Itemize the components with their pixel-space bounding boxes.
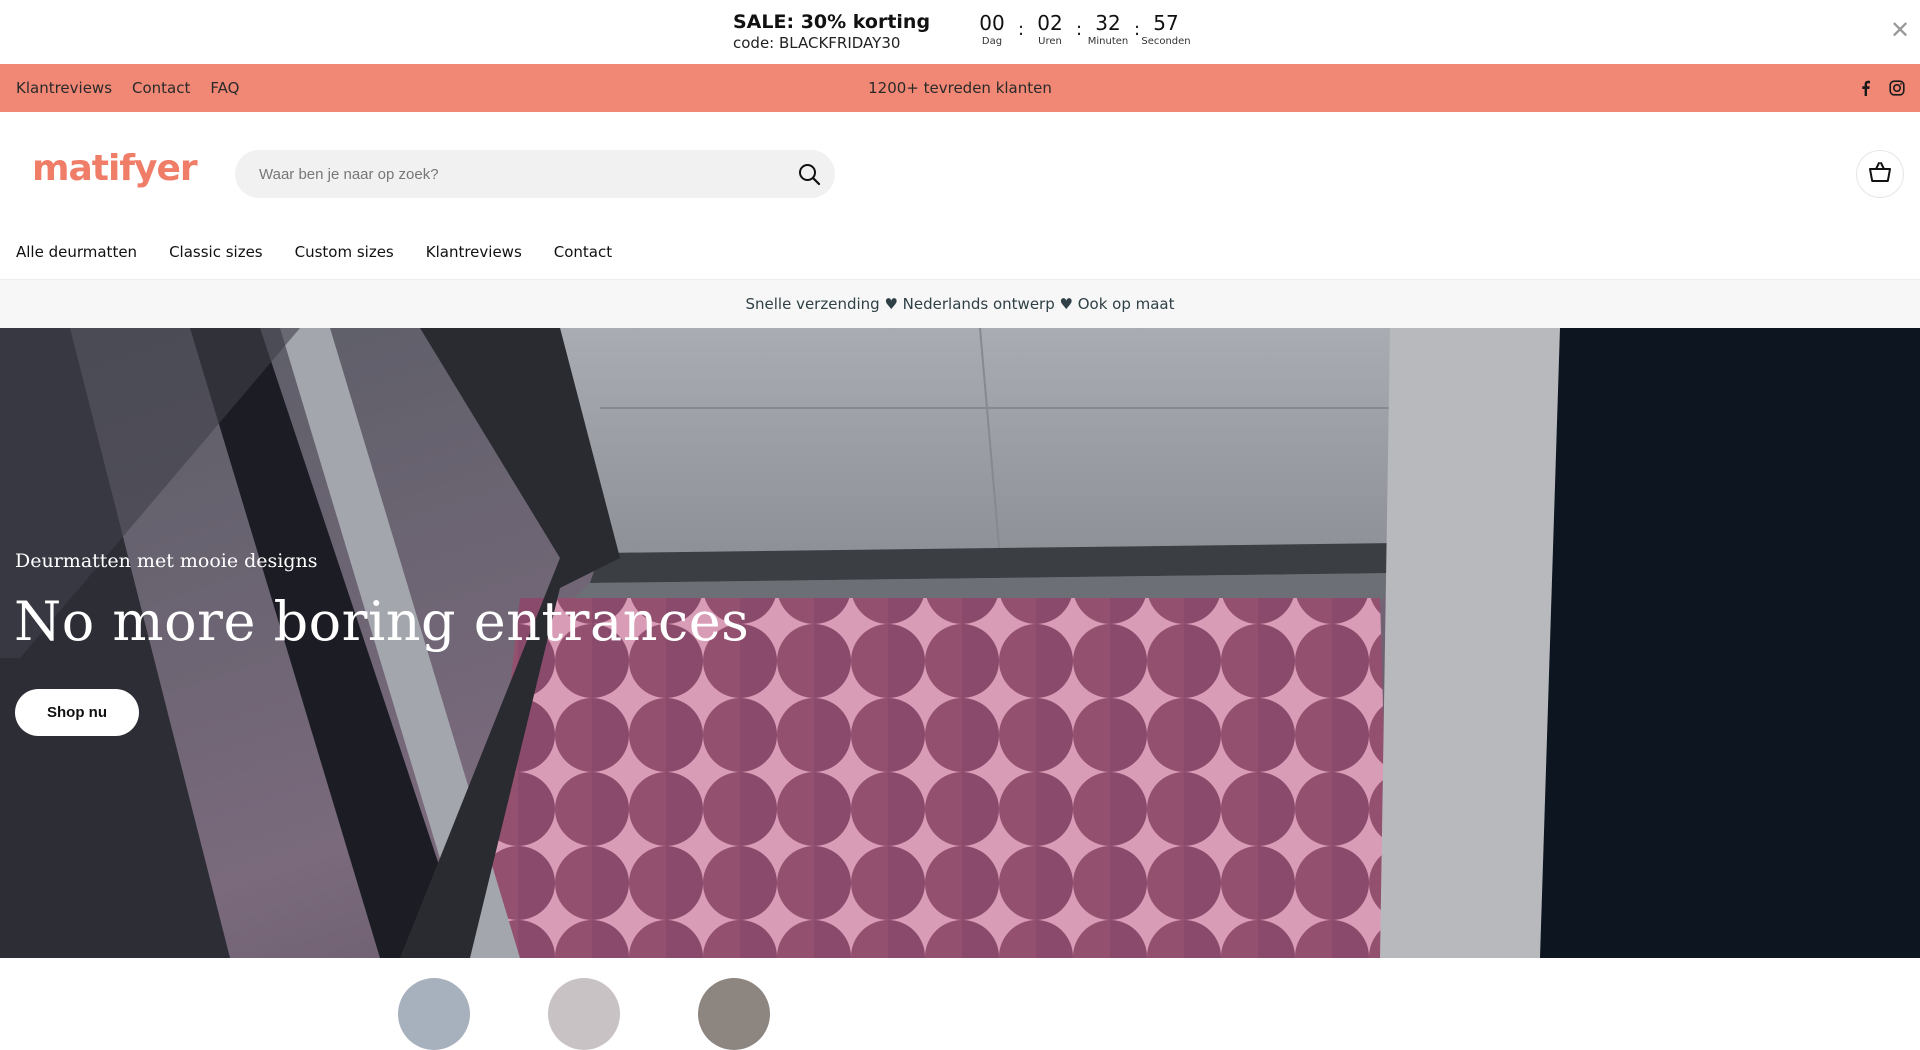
site-header: matifyer Alle deurmatten Classic sizes C… bbox=[0, 112, 1920, 261]
nav-item-alle-deurmatten[interactable]: Alle deurmatten bbox=[16, 240, 137, 264]
customer-count-text: 1200+ tevreden klanten bbox=[868, 79, 1052, 97]
sale-text: SALE: 30% korting code: BLACKFRIDAY30 bbox=[733, 10, 930, 53]
nav-item-contact[interactable]: Contact bbox=[554, 240, 612, 264]
announcement-bar: Klantreviews Contact FAQ 1200+ tevreden … bbox=[0, 64, 1920, 112]
countdown-hours: 02 Uren bbox=[1024, 10, 1076, 48]
countdown-seconds-label: Seconden bbox=[1141, 36, 1191, 47]
category-thumbnail[interactable] bbox=[698, 978, 770, 1050]
hero-subtitle: Deurmatten met mooie designs bbox=[15, 550, 318, 572]
site-logo[interactable]: matifyer bbox=[32, 148, 198, 189]
countdown-seconds-value: 57 bbox=[1153, 11, 1179, 35]
sale-bar: SALE: 30% korting code: BLACKFRIDAY30 00… bbox=[0, 0, 1920, 64]
countdown-hours-value: 02 bbox=[1037, 11, 1063, 35]
sale-code: code: BLACKFRIDAY30 bbox=[733, 34, 901, 52]
countdown-days: 00 Dag bbox=[966, 10, 1018, 48]
countdown-days-value: 00 bbox=[979, 11, 1005, 35]
category-thumbnail[interactable] bbox=[398, 978, 470, 1050]
sale-title: SALE: 30% korting bbox=[733, 11, 931, 33]
countdown-hours-label: Uren bbox=[1038, 36, 1062, 47]
search-bar bbox=[235, 150, 835, 198]
facebook-icon[interactable] bbox=[1854, 77, 1876, 99]
countdown-minutes-label: Minuten bbox=[1087, 36, 1129, 47]
countdown-minutes: 32 Minuten bbox=[1082, 10, 1134, 48]
countdown-seconds: 57 Seconden bbox=[1140, 10, 1192, 48]
search-input[interactable] bbox=[259, 150, 779, 198]
main-nav: Alle deurmatten Classic sizes Custom siz… bbox=[16, 240, 644, 264]
close-icon[interactable]: ✕ bbox=[1888, 18, 1912, 42]
usp-bar: Snelle verzending ♥ Nederlands ontwerp ♥… bbox=[0, 279, 1920, 328]
countdown-days-label: Dag bbox=[981, 36, 1003, 47]
top-link-contact[interactable]: Contact bbox=[132, 79, 190, 97]
social-links bbox=[1844, 64, 1908, 112]
shop-now-button[interactable]: Shop nu bbox=[15, 689, 139, 736]
category-thumbnail[interactable] bbox=[548, 978, 620, 1050]
nav-item-custom-sizes[interactable]: Custom sizes bbox=[295, 240, 394, 264]
countdown-timer: 00 Dag : 02 Uren : 32 Minuten : 57 Secon… bbox=[966, 10, 1192, 50]
nav-item-klantreviews[interactable]: Klantreviews bbox=[426, 240, 522, 264]
top-link-klantreviews[interactable]: Klantreviews bbox=[16, 79, 112, 97]
search-icon[interactable] bbox=[797, 162, 821, 186]
cart-button[interactable] bbox=[1856, 150, 1904, 198]
countdown-minutes-value: 32 bbox=[1095, 11, 1121, 35]
cart-icon bbox=[1868, 161, 1892, 187]
nav-item-classic-sizes[interactable]: Classic sizes bbox=[169, 240, 263, 264]
top-link-faq[interactable]: FAQ bbox=[210, 79, 239, 97]
top-links: Klantreviews Contact FAQ bbox=[16, 64, 259, 112]
hero-title: No more boring entrances bbox=[14, 590, 750, 653]
instagram-icon[interactable] bbox=[1886, 77, 1908, 99]
hero-banner: Deurmatten met mooie designs No more bor… bbox=[0, 328, 1920, 958]
